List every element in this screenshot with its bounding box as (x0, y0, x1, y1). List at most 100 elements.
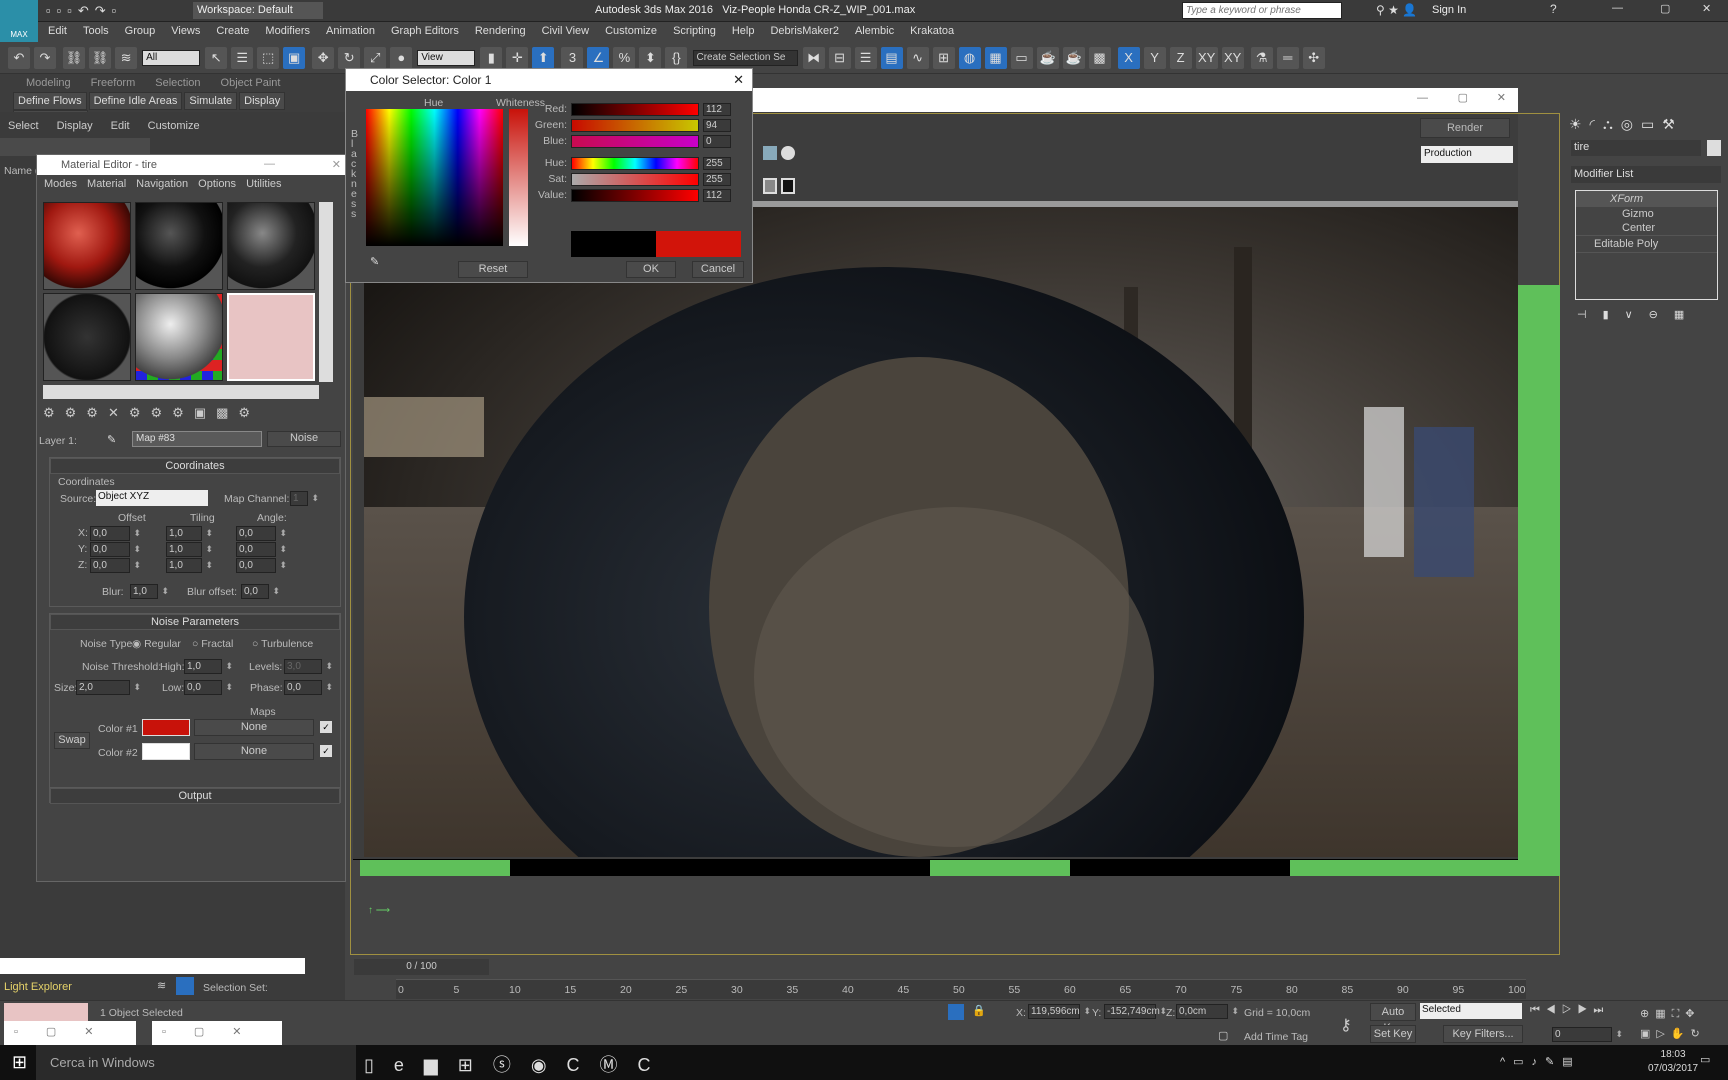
cancel-button[interactable]: Cancel (692, 261, 744, 278)
auto-key-button[interactable]: Auto Key (1370, 1003, 1416, 1034)
manipulate-icon[interactable]: ✛ (506, 47, 529, 69)
spinner-snap-icon[interactable]: ⬍ (639, 47, 662, 69)
color1-swatch[interactable] (142, 719, 190, 736)
set-key-icon[interactable]: ⚷ (1340, 1015, 1352, 1035)
material-menu-item[interactable]: Utilities (241, 175, 286, 193)
object-name-field[interactable]: tire (1571, 140, 1701, 156)
angle-spinner[interactable]: 0,0 (236, 558, 287, 573)
axis-x-button[interactable]: X (1117, 47, 1140, 69)
map-channel-spinner[interactable]: 1 (290, 491, 319, 506)
swap-button[interactable]: Swap (54, 732, 90, 749)
search-input[interactable] (1182, 2, 1342, 19)
offset-spinner[interactable]: 0,0 (90, 542, 141, 557)
set-key-button[interactable]: Set Key (1370, 1025, 1416, 1043)
tiling-spinner[interactable]: 1,0 (166, 558, 213, 573)
close-icon[interactable]: ✕ (332, 158, 341, 171)
z-coordinate[interactable]: 0,0cm (1176, 1004, 1239, 1019)
maximize-icon[interactable]: ▢ (1660, 2, 1670, 15)
color1-map-button[interactable]: None (194, 719, 314, 736)
mirror-icon[interactable]: ⧓ (802, 47, 825, 69)
modifier-list-dropdown[interactable]: Modifier List (1571, 166, 1721, 183)
channel-spinner[interactable]: 112 (703, 189, 731, 202)
quick-access-icons[interactable]: ▫▫▫↶↷▫ (46, 3, 122, 19)
bind-spacewarp-icon[interactable]: ≋ (115, 47, 138, 69)
minimized-window-1[interactable]: ▫▢✕ (4, 1021, 136, 1045)
color2-map-checkbox[interactable]: ✓ (320, 745, 332, 757)
slots-scrollbar[interactable] (319, 202, 333, 382)
infocenter-icons[interactable]: ⚲ ★ 👤 (1376, 3, 1417, 17)
render-iterative-icon[interactable]: ☕ (1062, 47, 1085, 69)
axis-z-button[interactable]: Z (1169, 47, 1192, 69)
close-icon[interactable]: ✕ (1497, 91, 1506, 104)
taskbar-apps[interactable]: ▯e▆⊞ⓢ◉CⓂC (364, 1051, 671, 1077)
ribbon-button[interactable]: Define Idle Areas (88, 92, 183, 110)
axis-xy-button[interactable]: XY (1195, 47, 1218, 69)
menu-civil-view[interactable]: Civil View (534, 22, 597, 40)
sign-in-button[interactable]: Sign In (1432, 4, 1466, 16)
material-editor-icon[interactable]: ◍ (958, 47, 981, 69)
hue-blackness-picker[interactable] (366, 109, 503, 246)
output-rollout[interactable]: Output (49, 787, 341, 804)
eyedropper-icon[interactable]: ✎ (370, 255, 379, 268)
ribbon-tab[interactable]: Selection (145, 74, 210, 92)
tiling-spinner[interactable]: 1,0 (166, 542, 213, 557)
material-slot-6[interactable] (227, 293, 315, 381)
windows-start-icon[interactable]: ⊞ (12, 1052, 27, 1073)
ribbon-tab[interactable]: Modeling (16, 74, 81, 92)
align-icon[interactable]: ⊟ (828, 47, 851, 69)
channel-slider[interactable] (571, 119, 699, 132)
layers-icon[interactable]: ☰ (854, 47, 877, 69)
menu-graph-editors[interactable]: Graph Editors (383, 22, 467, 40)
keyboard-shortcut-icon[interactable]: ⬆ (532, 47, 555, 69)
material-menu-item[interactable]: Options (193, 175, 241, 193)
current-frame-spinner[interactable]: 0 (1552, 1027, 1623, 1042)
menu-krakatoa[interactable]: Krakatoa (902, 22, 962, 40)
clone-frame-icon[interactable] (763, 178, 777, 194)
material-toolbar[interactable]: ⚙⚙⚙✕⚙⚙⚙▣▩⚙ (43, 405, 260, 421)
channel-slider[interactable] (571, 173, 699, 186)
place-icon[interactable]: ● (390, 47, 413, 69)
menu-group[interactable]: Group (117, 22, 164, 40)
high-spinner[interactable]: 1,0 (184, 659, 233, 674)
command-panel-tabs[interactable]: ☀◜⛬◎▭⚒ (1565, 112, 1728, 137)
hierarchy-icon[interactable] (176, 977, 194, 995)
channel-spinner[interactable]: 255 (703, 157, 731, 170)
key-filters-button[interactable]: Key Filters... (1443, 1025, 1523, 1043)
ok-button[interactable]: OK (626, 261, 676, 278)
select-by-name-icon[interactable]: ☰ (231, 47, 254, 69)
app-logo[interactable]: MAX (0, 0, 38, 42)
menu-customize[interactable]: Customize (597, 22, 665, 40)
material-menu-item[interactable]: Navigation (131, 175, 193, 193)
render-setup-icon[interactable]: ▦ (984, 47, 1007, 69)
time-slider[interactable]: 0 / 100 (354, 959, 489, 975)
angle-spinner[interactable]: 0,0 (236, 526, 287, 541)
explorer-type-dropdown[interactable]: Light Explorer (4, 978, 144, 998)
explorer-menu-item[interactable]: Edit (111, 120, 130, 132)
ribbon-button[interactable]: Define Flows (13, 92, 87, 110)
material-slot-4[interactable] (43, 293, 131, 381)
stack-item-editable-poly[interactable]: Editable Poly (1576, 235, 1717, 253)
blur-offset-spinner[interactable]: 0,0 (241, 584, 280, 599)
angle-spinner[interactable]: 0,0 (236, 542, 287, 557)
window-crossing-icon[interactable]: ▣ (283, 47, 306, 69)
color1-map-checkbox[interactable]: ✓ (320, 721, 332, 733)
ribbon-button[interactable]: Display (239, 92, 286, 110)
size-spinner[interactable]: 2,0 (76, 680, 141, 695)
menu-debrismaker2[interactable]: DebrisMaker2 (762, 22, 846, 40)
rotate-icon[interactable]: ↻ (338, 47, 361, 69)
name-column-header[interactable]: Name ( (4, 165, 38, 177)
minimize-icon[interactable]: — (1417, 92, 1428, 104)
selection-filter-dropdown[interactable]: All (142, 50, 201, 66)
curve-editor-icon[interactable]: ∿ (906, 47, 929, 69)
offset-spinner[interactable]: 0,0 (90, 526, 141, 541)
move-icon[interactable]: ✥ (312, 47, 335, 69)
levels-spinner[interactable]: 3,0 (284, 659, 333, 674)
noise-type-radio-fractal[interactable]: ○ Fractal (192, 638, 233, 650)
axis-y-button[interactable]: Y (1143, 47, 1166, 69)
save-image-icon[interactable] (763, 146, 777, 160)
menu-rendering[interactable]: Rendering (467, 22, 534, 40)
close-icon[interactable]: ✕ (733, 72, 744, 88)
y-coordinate[interactable]: -152,749cm (1104, 1004, 1167, 1019)
menu-animation[interactable]: Animation (318, 22, 383, 40)
eyedropper-icon[interactable]: ✎ (107, 433, 116, 446)
